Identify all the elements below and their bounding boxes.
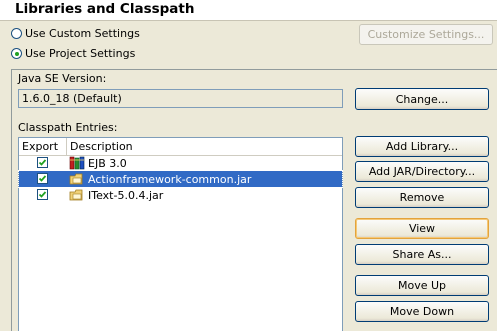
table-header: Export Description [19, 138, 342, 156]
use-custom-settings-label: Use Custom Settings [25, 27, 140, 40]
library-icon [69, 156, 85, 170]
export-checkbox[interactable] [37, 173, 48, 184]
view-button[interactable]: View [355, 218, 489, 239]
column-header-description[interactable]: Description [67, 138, 342, 155]
classpath-entries-label: Classpath Entries: [18, 121, 118, 134]
share-as-button[interactable]: Share As... [355, 244, 489, 265]
use-project-settings-radio[interactable]: Use Project Settings [11, 47, 135, 60]
checkmark-icon [38, 159, 47, 166]
move-up-button[interactable]: Move Up [355, 275, 489, 296]
table-row[interactable]: EJB 3.0 [19, 155, 342, 171]
export-checkbox[interactable] [37, 189, 48, 200]
description-cell: IText-5.0.4.jar [69, 187, 163, 203]
jar-icon [69, 189, 83, 201]
radio-button-selected-icon [11, 48, 22, 59]
use-custom-settings-radio[interactable]: Use Custom Settings [11, 27, 140, 40]
radio-button-icon [11, 28, 22, 39]
page-title: Libraries and Classpath [15, 1, 195, 17]
description-text: EJB 3.0 [88, 156, 127, 170]
export-checkbox[interactable] [37, 157, 48, 168]
java-se-version-value: 1.6.0_18 (Default) [22, 92, 122, 105]
change-java-version-button[interactable]: Change... [355, 88, 489, 110]
move-down-button[interactable]: Move Down [355, 301, 489, 322]
checkmark-icon [38, 191, 47, 198]
checkmark-icon [38, 175, 47, 182]
classpath-table[interactable]: Export Description EJB 3.0 Actionframewo… [18, 137, 343, 331]
description-cell: Actionframework-common.jar [69, 171, 251, 187]
java-se-version-label: Java SE Version: [18, 72, 107, 85]
column-header-export[interactable]: Export [19, 138, 67, 155]
table-row[interactable]: Actionframework-common.jar [18, 170, 343, 188]
add-library-button[interactable]: Add Library... [355, 136, 489, 157]
description-cell: EJB 3.0 [69, 155, 127, 171]
customize-settings-button[interactable]: Customize Settings... [359, 24, 493, 45]
jar-icon [69, 173, 83, 185]
remove-button[interactable]: Remove [355, 187, 489, 208]
table-row[interactable]: IText-5.0.4.jar [19, 187, 342, 203]
use-project-settings-label: Use Project Settings [25, 47, 136, 60]
description-text: Actionframework-common.jar [88, 172, 252, 186]
description-text: IText-5.0.4.jar [88, 188, 164, 202]
add-jar-directory-button[interactable]: Add JAR/Directory... [355, 161, 489, 182]
java-se-version-field[interactable]: 1.6.0_18 (Default) [18, 89, 343, 108]
